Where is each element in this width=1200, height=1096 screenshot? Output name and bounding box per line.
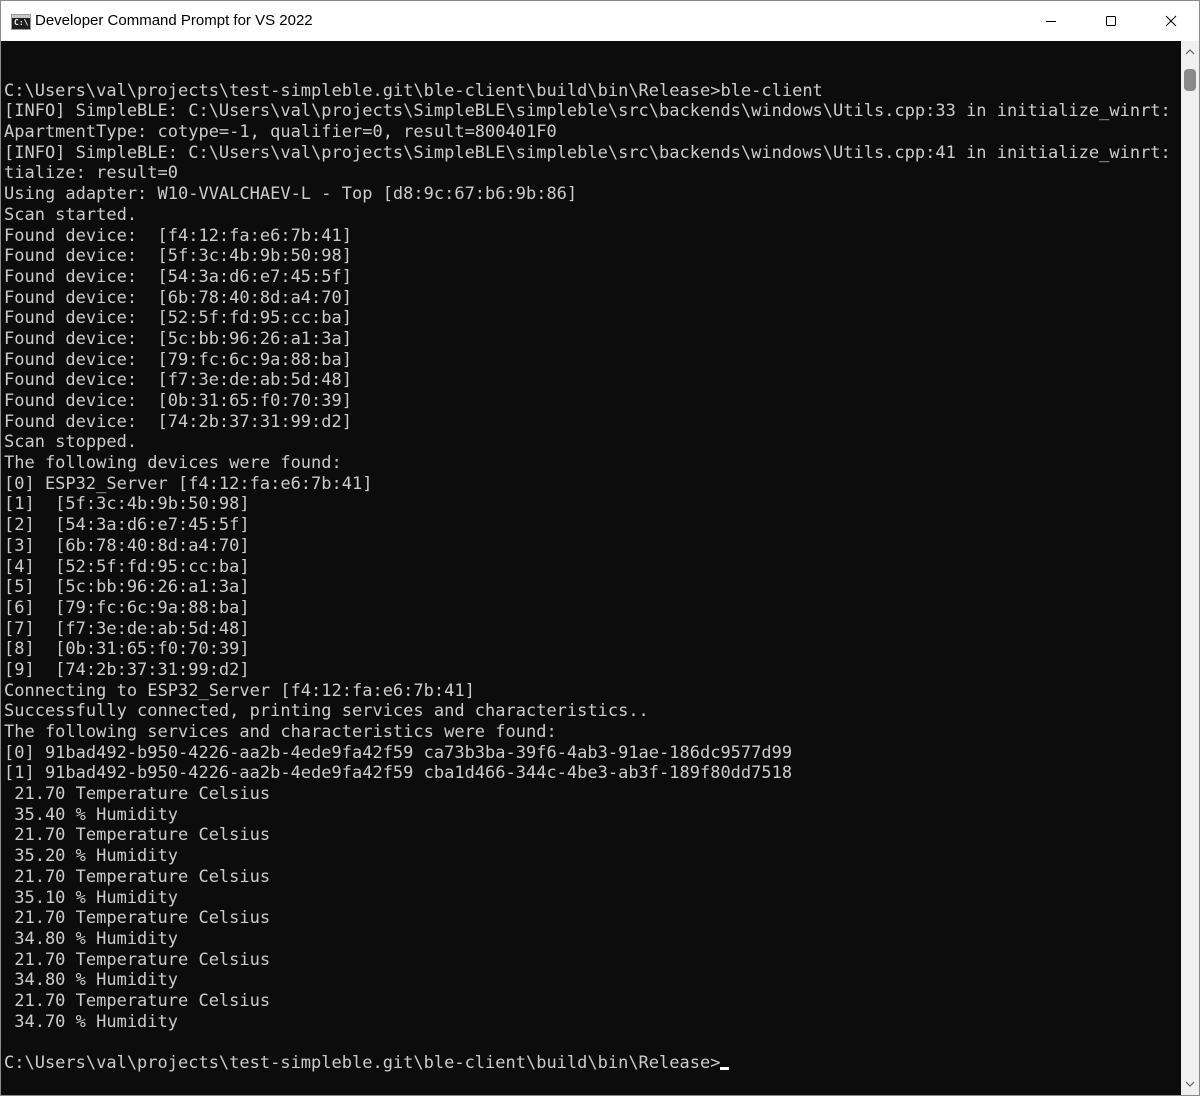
console-line: 21.70 Temperature Celsius	[4, 908, 271, 929]
console-line: The following services and characteristi…	[4, 722, 557, 742]
title-bar[interactable]: C:\ Developer Command Prompt for VS 2022	[1, 1, 1199, 41]
scroll-up-button[interactable]	[1181, 43, 1199, 61]
console-line: Found device: [54:3a:d6:e7:45:5f]	[4, 266, 352, 287]
console-line: 35.10 % Humidity	[4, 887, 178, 908]
console-line: 34.70 % Humidity	[4, 1011, 178, 1032]
console-line: Found device: [f4:12:fa:e6:7b:41]	[4, 225, 352, 246]
console-line: Scan started.	[4, 204, 138, 225]
console-lines: C:\Users\val\projects\test-simpleble.git…	[4, 60, 1180, 1074]
console-line: [1] [5f:3c:4b:9b:50:98]	[4, 494, 250, 515]
console-line: 21.70 Temperature Celsius	[4, 825, 271, 846]
console-line: Found device: [f7:3e:de:ab:5d:48]	[4, 370, 352, 391]
window-title: Developer Command Prompt for VS 2022	[35, 12, 313, 29]
console-line: tialize: result=0	[4, 163, 178, 184]
maximize-button[interactable]	[1081, 1, 1141, 41]
console-line: Successfully connected, printing service…	[4, 701, 649, 722]
console-line: Found device: [5c:bb:96:26:a1:3a]	[4, 328, 352, 349]
maximize-icon	[1106, 16, 1116, 26]
console-line: 21.70 Temperature Celsius	[4, 990, 271, 1011]
prompt-line[interactable]: C:\Users\val\projects\test-simpleble.git…	[4, 1053, 1180, 1074]
console-line: [INFO] SimpleBLE: C:\Users\val\projects\…	[4, 101, 1180, 122]
minimize-icon	[1046, 21, 1056, 22]
console-line: Found device: [79:fc:6c:9a:88:ba]	[4, 349, 352, 370]
console-line: [6] [79:fc:6c:9a:88:ba]	[4, 597, 250, 618]
console-line: [2] [54:3a:d6:e7:45:5f]	[4, 515, 250, 536]
console-app-icon[interactable]: C:\	[11, 14, 31, 30]
console-line: 34.80 % Humidity	[4, 970, 178, 991]
minimize-button[interactable]	[1021, 1, 1081, 41]
close-icon	[1165, 15, 1177, 27]
console-line: 21.70 Temperature Celsius	[4, 949, 271, 970]
console-line: ApartmentType: cotype=-1, qualifier=0, r…	[4, 122, 557, 143]
console-line: Connecting to ESP32_Server [f4:12:fa:e6:…	[4, 680, 475, 701]
console-line: 21.70 Temperature Celsius	[4, 866, 271, 887]
console-line: 35.40 % Humidity	[4, 804, 178, 825]
console-line: 34.80 % Humidity	[4, 928, 178, 949]
console-window: C:\ Developer Command Prompt for VS 2022…	[0, 0, 1200, 1096]
scrollbar-thumb[interactable]	[1184, 69, 1196, 91]
console-line: [9] [74:2b:37:31:99:d2]	[4, 659, 250, 680]
console-line: [7] [f7:3e:de:ab:5d:48]	[4, 618, 250, 639]
console-line: [8] [0b:31:65:f0:70:39]	[4, 639, 250, 660]
console-output[interactable]: C:\Users\val\projects\test-simpleble.git…	[2, 41, 1180, 1095]
vertical-scrollbar[interactable]	[1181, 41, 1199, 1095]
console-line: 21.70 Temperature Celsius	[4, 784, 271, 805]
console-line: [0] 91bad492-b950-4226-aa2b-4ede9fa42f59…	[4, 742, 793, 763]
console-line: Using adapter: W10-VVALCHAEV-L - Top [d8…	[4, 184, 578, 205]
scroll-down-button[interactable]	[1181, 1075, 1199, 1093]
close-button[interactable]	[1141, 1, 1200, 41]
console-line: The following devices were found:	[4, 453, 342, 474]
console-line: [0] ESP32_Server [f4:12:fa:e6:7b:41]	[4, 473, 373, 494]
console-line: [5] [5c:bb:96:26:a1:3a]	[4, 577, 250, 598]
console-line: [3] [6b:78:40:8d:a4:70]	[4, 535, 250, 556]
console-line: Found device: [6b:78:40:8d:a4:70]	[4, 287, 352, 308]
console-line: [4] [52:5f:fd:95:cc:ba]	[4, 556, 250, 577]
console-line: C:\Users\val\projects\test-simpleble.git…	[4, 80, 823, 101]
cursor-icon	[720, 1067, 730, 1070]
scroll-up-arrow-icon	[1185, 49, 1195, 55]
console-line: Scan stopped.	[4, 432, 138, 453]
console-line: [INFO] SimpleBLE: C:\Users\val\projects\…	[4, 142, 1180, 163]
console-line: Found device: [5f:3c:4b:9b:50:98]	[4, 246, 352, 267]
console-line: Found device: [74:2b:37:31:99:d2]	[4, 411, 352, 432]
prompt-text: C:\Users\val\projects\test-simpleble.git…	[4, 1053, 721, 1073]
console-line: 35.20 % Humidity	[4, 846, 178, 867]
console-line: Found device: [52:5f:fd:95:cc:ba]	[4, 308, 352, 329]
app-icon-glyph: C:\	[14, 18, 29, 27]
console-line: Found device: [0b:31:65:f0:70:39]	[4, 391, 352, 411]
scroll-down-arrow-icon	[1185, 1081, 1195, 1087]
console-line: [1] 91bad492-b950-4226-aa2b-4ede9fa42f59…	[4, 763, 793, 784]
